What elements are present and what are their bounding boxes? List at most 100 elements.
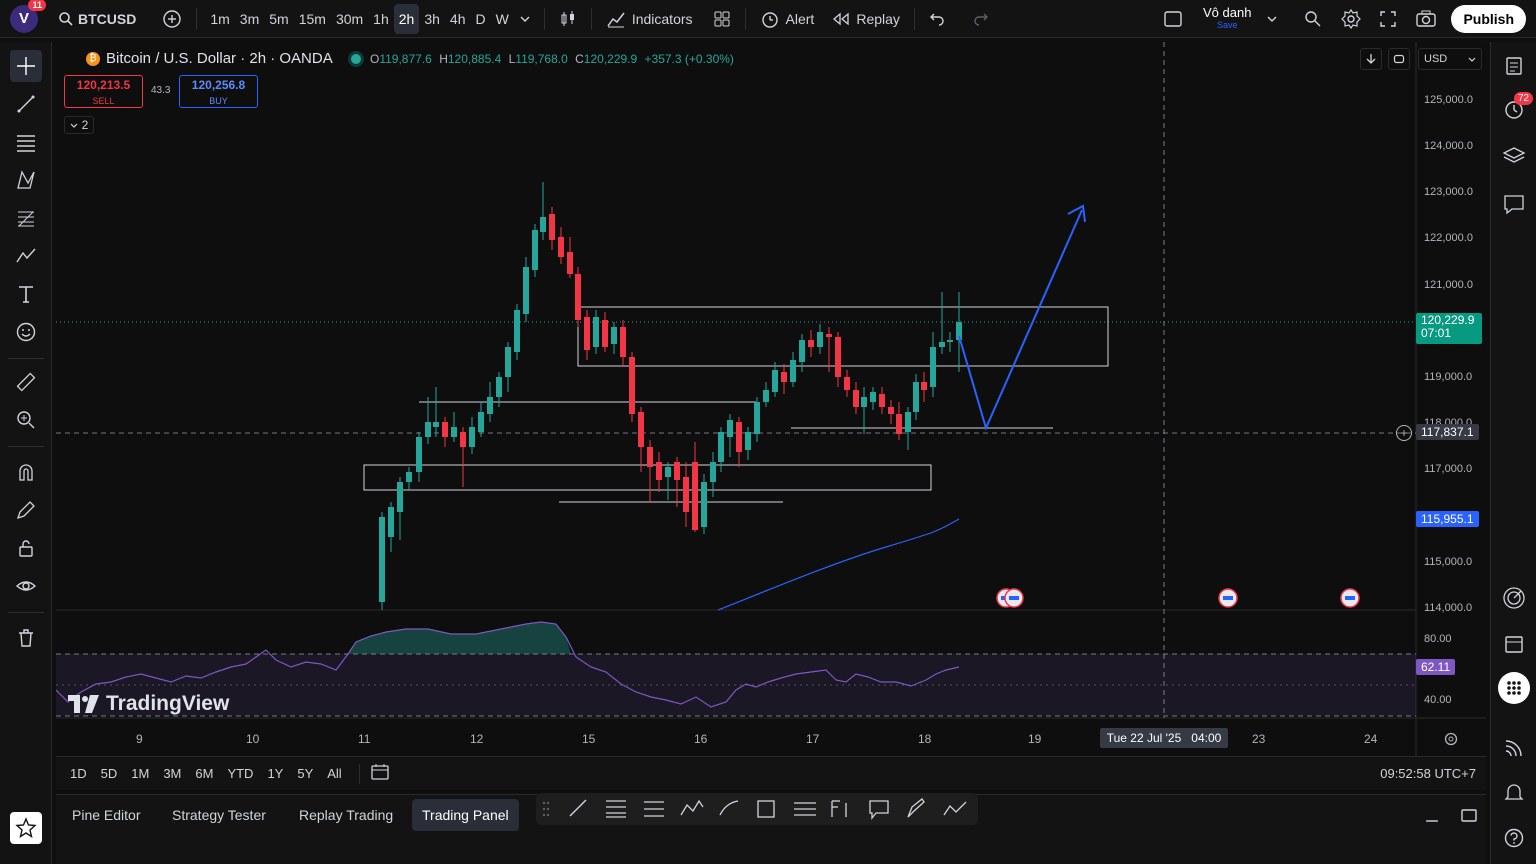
compare-symbol-button[interactable] [156,4,188,34]
alert-button[interactable]: Alert [754,4,821,34]
indicators-button[interactable]: Indicators [600,4,699,34]
minimize-panel-button[interactable] [1424,809,1440,828]
timeframe-D[interactable]: D [470,4,490,34]
timeframe-1h[interactable]: 1h [368,4,394,34]
fullscreen-icon [1380,10,1397,27]
scroll-to-end-button[interactable] [1360,48,1382,70]
object-tree-button[interactable] [1498,140,1530,172]
fib-icon[interactable] [606,800,626,818]
layout-grid-button[interactable] [707,4,737,34]
channel-icon[interactable] [644,801,664,817]
chevron-down-icon [1468,57,1476,62]
tab-pine-editor[interactable]: Pine Editor [62,799,150,831]
range-5d[interactable]: 5D [94,766,125,781]
clock-timezone[interactable]: 09:52:58 UTC+7 [1380,766,1476,781]
keep-drawing-tool[interactable] [10,494,42,526]
notifications-button[interactable] [1498,776,1530,808]
auto-scale-button[interactable] [1388,48,1410,70]
quick-search-button[interactable] [1297,4,1329,34]
replay-button[interactable]: Replay [826,4,906,34]
apps-button[interactable] [1498,672,1530,704]
lines-icon[interactable] [794,802,816,816]
axis-settings-button[interactable] [1443,731,1459,750]
candles-icon [561,10,574,26]
path-icon[interactable] [943,801,967,816]
layout-checkbox[interactable] [1157,4,1189,34]
alerts-button[interactable]: 72 [1498,92,1534,126]
buy-button[interactable]: 120,256.8 BUY [179,75,258,108]
undo-button[interactable] [923,4,951,34]
horizontal-lines-tool[interactable] [10,126,42,158]
timeframe-15m[interactable]: 15m [294,4,331,34]
candle-body [549,214,555,240]
chart-canvas[interactable] [56,42,1486,756]
settings-button[interactable] [1335,4,1367,34]
range-all[interactable]: All [320,766,348,781]
add-alert-plus[interactable]: + [1396,425,1412,441]
remove-drawings-tool[interactable] [10,622,42,654]
favorites-button[interactable] [10,812,42,844]
snapshot-button[interactable] [1409,4,1443,34]
range-3m[interactable]: 3M [156,766,188,781]
emoji-tool[interactable] [10,316,42,348]
goto-date-button[interactable] [370,763,390,784]
range-5y[interactable]: 5Y [290,766,320,781]
tab-trading-panel[interactable]: Trading Panel [412,799,519,831]
watchlist-button[interactable] [1498,50,1530,82]
rectangle-icon[interactable] [757,800,775,818]
tab-strategy-tester[interactable]: Strategy Tester [162,799,276,831]
hotlists-button[interactable] [1498,582,1530,614]
range-1d[interactable]: 1D [63,766,94,781]
layout-name-button[interactable]: Vô danh Save [1203,6,1251,31]
timeframe-3m[interactable]: 3m [235,4,264,34]
help-button[interactable] [1498,822,1530,854]
crosshair-tool[interactable] [10,50,42,82]
timeframe-3h[interactable]: 3h [419,4,445,34]
range-6m[interactable]: 6M [188,766,220,781]
streams-button[interactable] [1498,732,1530,764]
zoom-tool[interactable] [10,404,42,436]
fullscreen-button[interactable] [1373,4,1403,34]
ruler-tool[interactable] [10,366,42,398]
pen-icon[interactable] [907,798,925,818]
range-1m[interactable]: 1M [124,766,156,781]
timeframe-5m[interactable]: 5m [264,4,293,34]
long-position-icon[interactable] [831,800,847,817]
timeframe-1m[interactable]: 1m [205,4,234,34]
trend-line-tool[interactable] [10,88,42,120]
timeframe-4h[interactable]: 4h [445,4,471,34]
brush-icon[interactable] [719,800,739,816]
chart-type-button[interactable] [553,4,583,34]
magnet-tool[interactable] [10,456,42,488]
text-tool[interactable] [10,278,42,310]
drag-handle-icon[interactable] [542,801,550,817]
range-1y[interactable]: 1Y [260,766,290,781]
chats-button[interactable] [1498,188,1530,220]
timeframe-30m[interactable]: 30m [331,4,368,34]
projection-tool[interactable] [10,240,42,272]
pattern-tool[interactable] [10,164,42,196]
symbol-search-button[interactable]: BTCUSD [52,4,142,34]
redo-button[interactable] [967,4,995,34]
timeframe-dropdown[interactable] [514,4,536,34]
market-status-icon [350,53,361,64]
range-ytd[interactable]: YTD [220,766,260,781]
callout-icon[interactable] [869,800,889,820]
fib-tool[interactable] [10,202,42,234]
calendar-button[interactable] [1498,628,1530,660]
trend-line-icon[interactable] [569,799,587,817]
hide-drawings-tool[interactable] [10,570,42,602]
publish-button[interactable]: Publish [1451,4,1526,33]
lock-drawings-tool[interactable] [10,532,42,564]
tab-replay-trading[interactable]: Replay Trading [289,799,403,831]
indicators-collapse-button[interactable]: 2 [64,116,94,134]
timeframe-2h[interactable]: 2h [393,3,420,34]
layout-menu-button[interactable] [1261,4,1283,34]
currency-select[interactable]: USD [1418,48,1482,70]
user-avatar[interactable]: V 11 [10,0,46,33]
maximize-panel-button[interactable] [1460,807,1478,826]
chart-pane[interactable]: ₿ Bitcoin / U.S. Dollar · 2h · OANDA O11… [56,42,1486,792]
timeframe-W[interactable]: W [491,4,514,34]
sell-button[interactable]: 120,213.5 SELL [64,75,143,108]
elliott-wave-icon[interactable] [680,799,704,816]
